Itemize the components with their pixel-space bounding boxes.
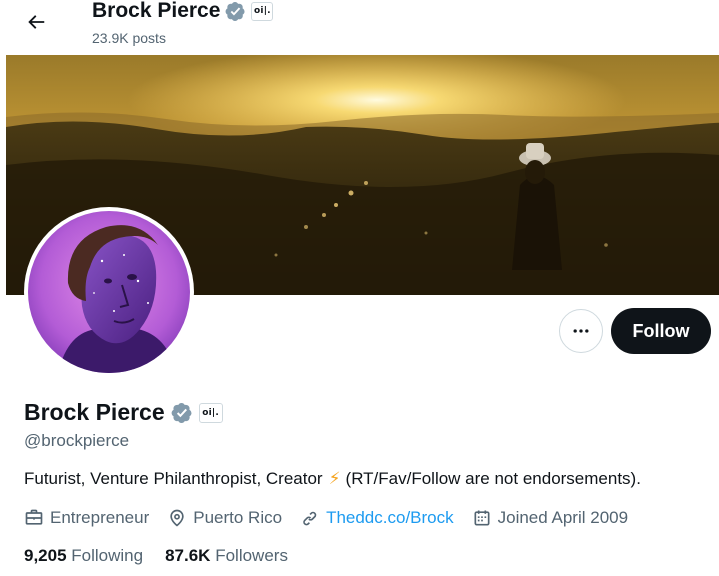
followers-count: 87.6K: [165, 546, 211, 565]
verified-badge-icon[interactable]: [171, 402, 193, 424]
location-label: Puerto Rico: [193, 508, 283, 527]
following-link[interactable]: 9,205 Following: [24, 546, 143, 566]
profile-name-row: Brock Pierce oi|.: [24, 399, 223, 426]
header-name: Brock Pierce: [92, 0, 221, 22]
avatar[interactable]: [28, 211, 190, 373]
more-options-button[interactable]: [559, 309, 603, 353]
followers-link[interactable]: 87.6K Followers: [165, 546, 288, 566]
profile-bio: Futurist, Venture Philanthropist, Creato…: [24, 469, 641, 489]
joined-label: Joined April 2009: [497, 508, 629, 527]
joined-item: Joined April 2009: [472, 508, 628, 528]
lightning-emoji: ⚡: [328, 469, 341, 488]
profile-meta: Entrepreneur Puerto Rico Theddc.co/Brock…: [24, 508, 646, 528]
more-horizontal-icon: [573, 329, 589, 333]
affiliate-badge[interactable]: oi|.: [251, 1, 274, 21]
arrow-left-icon: [28, 15, 45, 29]
website-link[interactable]: Theddc.co/Brock: [326, 508, 454, 528]
profession-label: Entrepreneur: [50, 508, 150, 527]
followers-label: Followers: [215, 546, 288, 565]
location-item: Puerto Rico: [167, 508, 282, 528]
verified-badge-icon: [225, 1, 245, 21]
profile-name: Brock Pierce: [24, 399, 165, 425]
avatar-image: [28, 211, 190, 373]
follow-button[interactable]: Follow: [611, 308, 711, 354]
following-count: 9,205: [24, 546, 67, 565]
briefcase-icon: [25, 509, 43, 525]
bio-text: Futurist, Venture Philanthropist, Creato…: [24, 469, 323, 488]
post-count: 23.9K posts: [92, 30, 166, 46]
website-item[interactable]: Theddc.co/Brock: [300, 508, 454, 528]
following-label: Following: [71, 546, 144, 565]
profile-handle: @brockpierce: [24, 431, 130, 450]
header-title-row: Brock Pierce oi|.: [92, 0, 274, 23]
calendar-icon: [474, 510, 490, 526]
location-pin-icon: [170, 509, 184, 527]
link-icon: [303, 511, 317, 526]
bio-text-rest: (RT/Fav/Follow are not endorsements).: [345, 469, 641, 488]
avatar-ring[interactable]: [24, 207, 194, 377]
top-bar: Brock Pierce oi|. 23.9K posts: [0, 0, 719, 53]
back-button[interactable]: [18, 4, 54, 40]
profession-item: Entrepreneur: [24, 508, 149, 528]
affiliate-badge[interactable]: oi|.: [198, 402, 223, 423]
follow-stats: 9,205 Following 87.6K Followers: [24, 546, 288, 566]
